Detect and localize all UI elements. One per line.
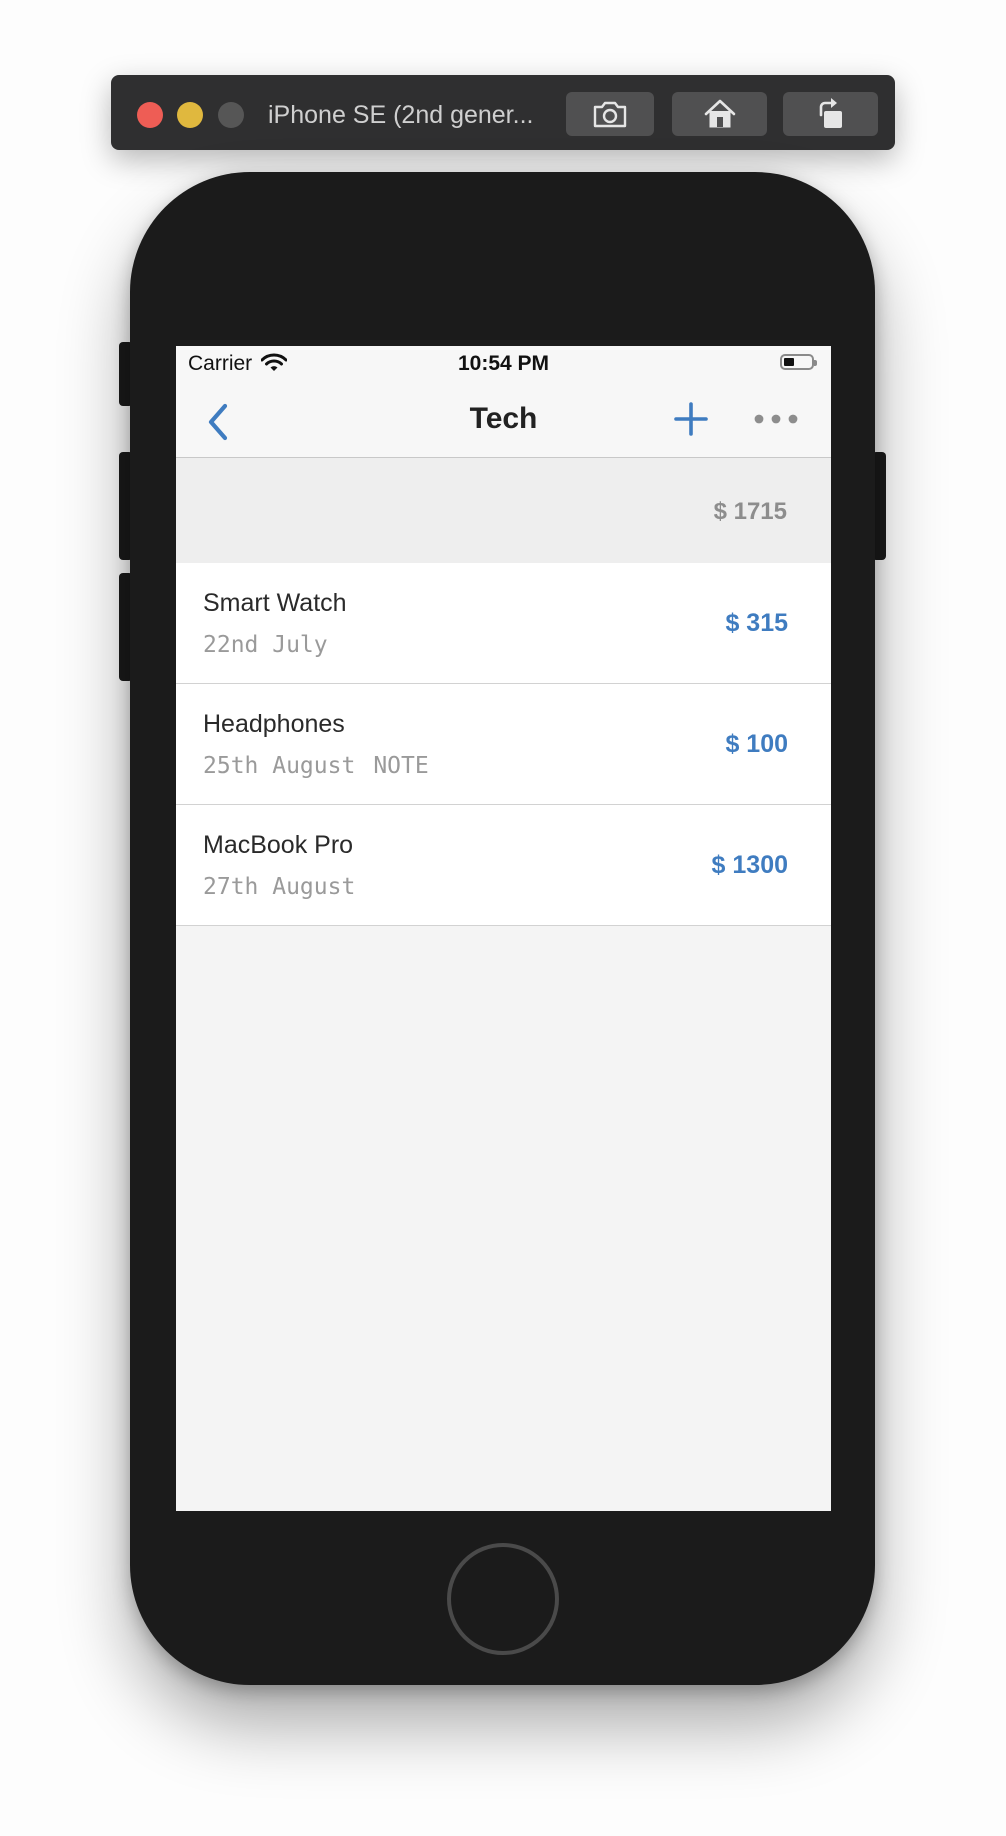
rotate-icon bbox=[819, 98, 842, 128]
page-title: Tech bbox=[469, 402, 538, 435]
simulator-device-title: iPhone SE (2nd gener... bbox=[268, 101, 534, 129]
status-time: 10:54 PM bbox=[457, 352, 550, 375]
rotate-button[interactable] bbox=[783, 92, 878, 136]
battery-icon bbox=[780, 354, 817, 370]
zoom-window-button bbox=[218, 102, 244, 128]
item-amount: $ 100 bbox=[725, 730, 788, 758]
item-amount: $ 1300 bbox=[711, 851, 788, 879]
item-date: 27th August bbox=[203, 874, 356, 900]
screenshot-icon bbox=[593, 101, 627, 128]
item-date: 25th August NOTE bbox=[203, 753, 429, 779]
back-button[interactable] bbox=[204, 402, 234, 442]
item-name: Smart Watch bbox=[203, 589, 347, 617]
item-name: MacBook Pro bbox=[203, 831, 354, 859]
battery-level bbox=[784, 358, 794, 366]
close-window-button[interactable] bbox=[137, 102, 163, 128]
desktop-background: iPhone SE (2nd gener... Carrier 10:54 PM… bbox=[0, 0, 1006, 1836]
app-screen: Carrier 10:54 PM Tech $ 1715 Smart Watch… bbox=[176, 346, 831, 1511]
list-item[interactable]: Headphones 25th August NOTE $ 100 bbox=[176, 684, 831, 805]
item-amount: $ 315 bbox=[725, 609, 788, 637]
navigation-bar: Tech bbox=[176, 384, 831, 458]
item-note: NOTE bbox=[373, 753, 429, 779]
status-bar: Carrier 10:54 PM bbox=[176, 346, 831, 384]
list-item[interactable]: Smart Watch 22nd July $ 315 bbox=[176, 563, 831, 684]
item-name: Headphones bbox=[203, 710, 345, 738]
list-item[interactable]: MacBook Pro 27th August $ 1300 bbox=[176, 805, 831, 926]
more-options-button[interactable] bbox=[753, 407, 799, 431]
item-date: 22nd July bbox=[203, 632, 328, 658]
home-icon bbox=[704, 99, 735, 128]
minimize-window-button[interactable] bbox=[177, 102, 203, 128]
chevron-left-icon bbox=[208, 403, 228, 441]
total-amount: $ 1715 bbox=[713, 498, 787, 525]
plus-icon bbox=[674, 402, 708, 436]
screenshot-button[interactable] bbox=[566, 92, 654, 136]
ellipsis-icon bbox=[754, 414, 798, 424]
device-home-button[interactable] bbox=[447, 1543, 559, 1655]
expense-list: Smart Watch 22nd July $ 315 Headphones 2… bbox=[176, 563, 831, 926]
simulator-home-button[interactable] bbox=[672, 92, 767, 136]
total-summary: $ 1715 bbox=[176, 458, 831, 563]
add-item-button[interactable] bbox=[671, 399, 711, 439]
